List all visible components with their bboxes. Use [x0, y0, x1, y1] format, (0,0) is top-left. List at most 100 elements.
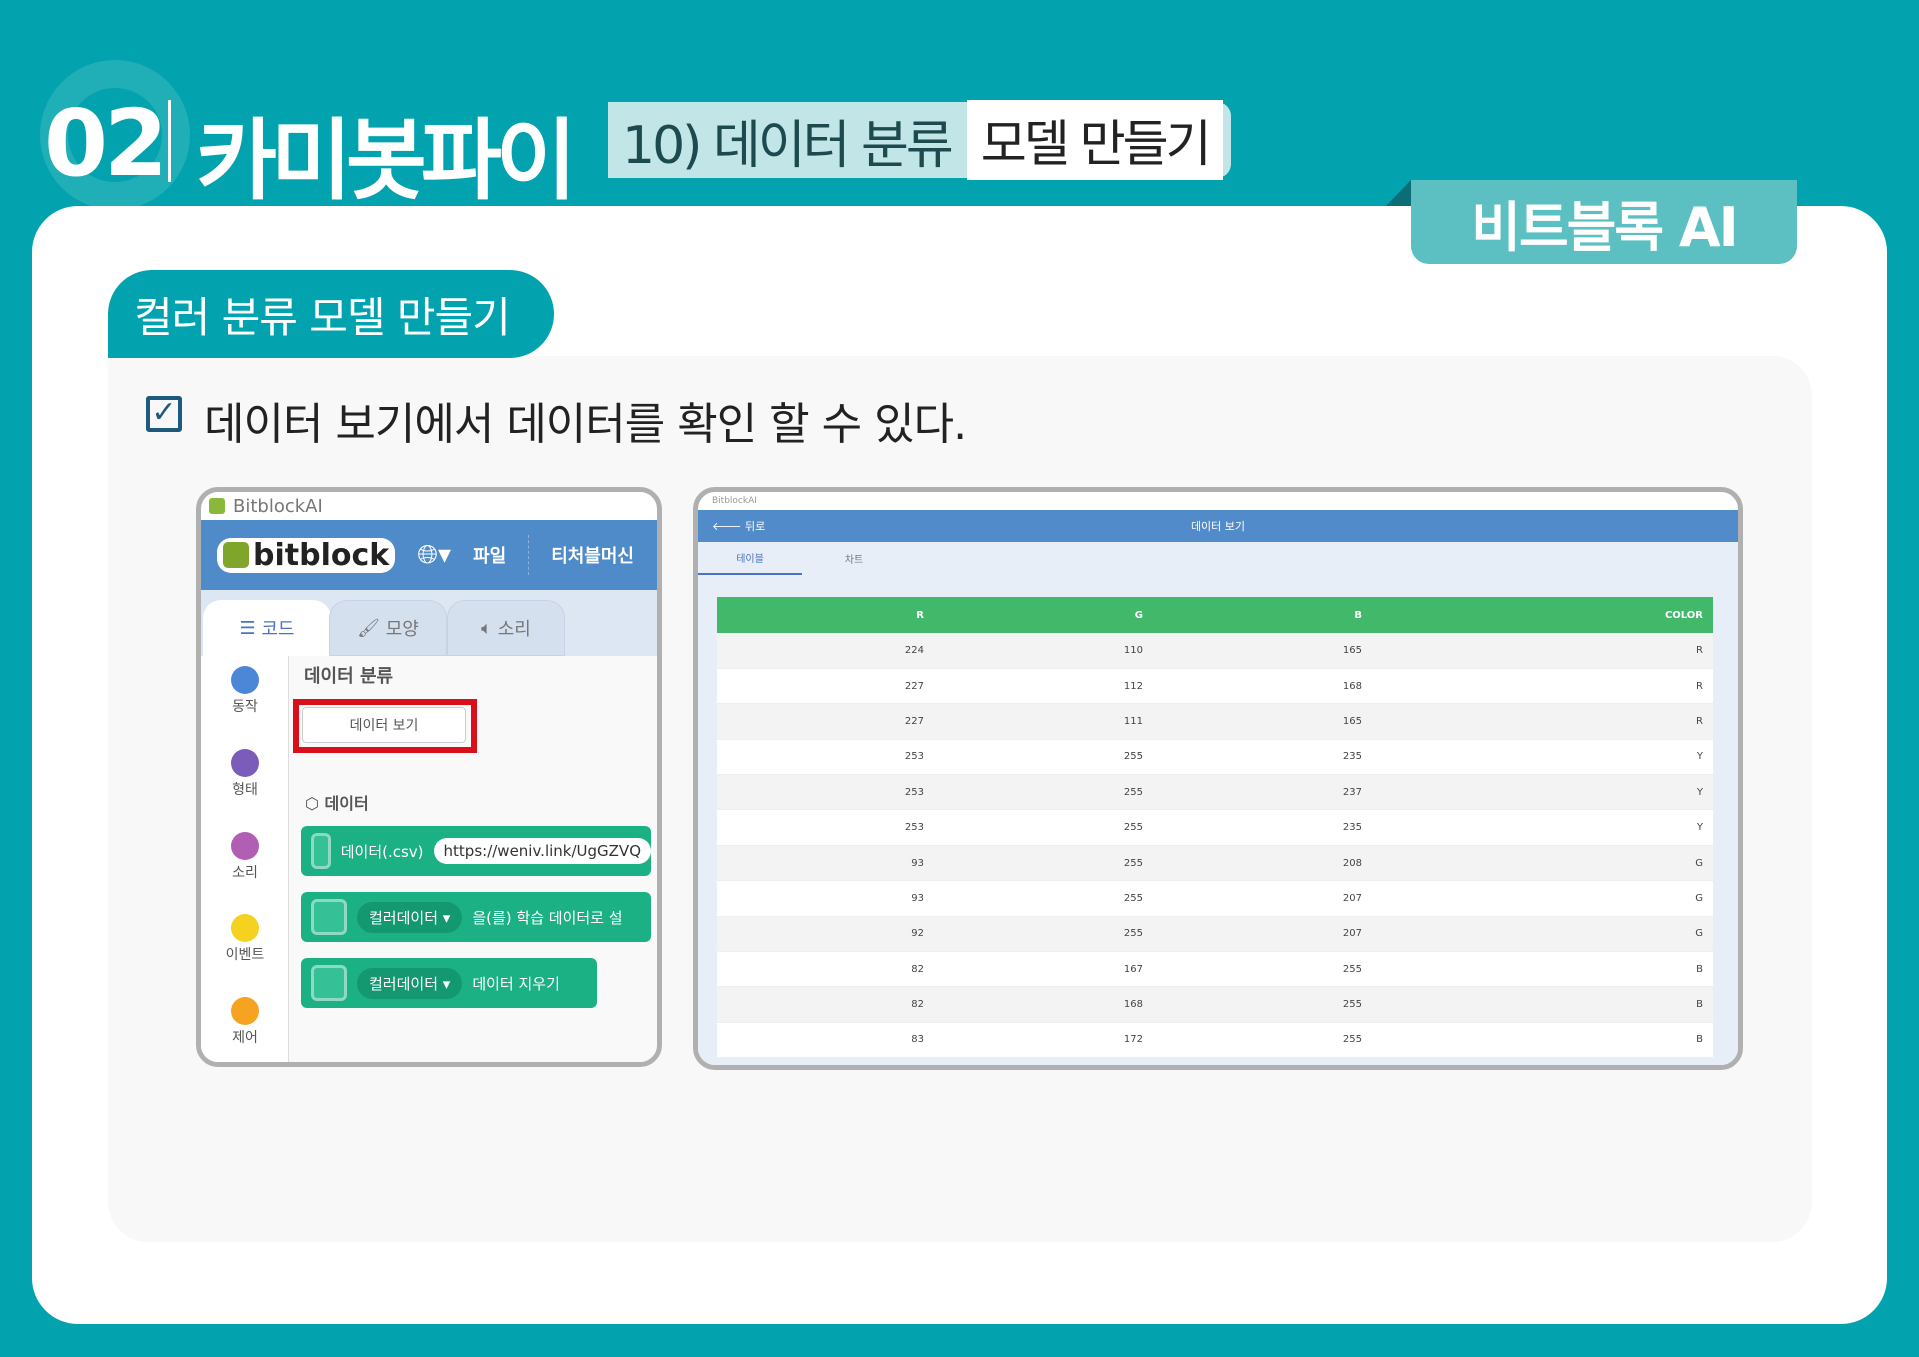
category-label: 이벤트: [225, 947, 265, 963]
table-cell: R: [1362, 668, 1713, 705]
data-view-body: 테이블 차트 R G B COLOR 224 110 165 R 227 112 168 R 2…: [698, 542, 1738, 1065]
table-cell: 168: [1143, 668, 1362, 705]
badge-fold: [1386, 180, 1411, 206]
tab-chart[interactable]: 차트: [802, 542, 906, 575]
tab-label: 코드: [261, 619, 295, 640]
table-cell: 208: [1143, 845, 1362, 882]
table-cell: 111: [924, 703, 1143, 740]
window-titlebar: BitblockAI: [201, 492, 657, 520]
column-header: R: [717, 597, 924, 633]
code-icon: ☰: [239, 617, 262, 639]
table-cell: 237: [1143, 774, 1362, 811]
table-cell: Y: [1362, 739, 1713, 776]
tab-label: 모양: [385, 619, 419, 640]
table-row: 227 111 165 R: [717, 703, 1713, 740]
table-cell: 83: [717, 1022, 924, 1059]
table-cell: 224: [717, 633, 924, 669]
topic-pill: 컬러 분류 모델 만들기: [108, 270, 554, 358]
table-row: 224 110 165 R: [717, 633, 1713, 669]
table-cell: G: [1362, 880, 1713, 917]
table-cell: 93: [717, 845, 924, 882]
tab-code[interactable]: ☰ 코드: [203, 600, 331, 656]
table-cell: R: [1362, 703, 1713, 740]
brush-icon: 🖌︎: [357, 617, 386, 639]
table-cell: 165: [1143, 703, 1362, 740]
bitblock-screenshot: BitblockAI bitblock 🌐︎▾ 파일 티처블머신 ☰ 코드 🖌︎…: [196, 487, 662, 1067]
table-cell: 253: [717, 739, 924, 776]
table-cell: 255: [1143, 951, 1362, 988]
tab-sound[interactable]: 🔈︎ 소리: [447, 600, 565, 656]
table-cell: 255: [924, 774, 1143, 811]
category-label: 동작: [232, 699, 258, 715]
menu-bar: bitblock 🌐︎▾ 파일 티처블머신: [201, 520, 657, 590]
table-row: 93 255 207 G: [717, 880, 1713, 917]
section-label: 데이터: [324, 794, 369, 813]
table-cell: 82: [717, 951, 924, 988]
menu-file[interactable]: 파일: [473, 542, 506, 568]
table-row: 227 112 168 R: [717, 668, 1713, 705]
tab-table[interactable]: 테이블: [698, 542, 802, 575]
view-data-button[interactable]: 데이터 보기: [302, 707, 466, 743]
table-cell: 227: [717, 703, 924, 740]
category-label: 형태: [232, 782, 258, 798]
table-cell: R: [1362, 633, 1713, 669]
speaker-icon: 🔈︎: [481, 617, 498, 639]
bitblock-logo: bitblock: [217, 537, 396, 573]
table-cell: B: [1362, 986, 1713, 1023]
table-row: 253 255 237 Y: [717, 774, 1713, 811]
goal-text: 데이터 보기에서 데이터를 확인 할 수 있다.: [204, 399, 967, 450]
data-table: R G B COLOR 224 110 165 R 227 112 168 R 227 111 16…: [717, 597, 1713, 1059]
table-cell: 253: [717, 809, 924, 846]
table-cell: 168: [924, 986, 1143, 1023]
table-cell: 172: [924, 1022, 1143, 1059]
table-row: 82 167 255 B: [717, 951, 1713, 988]
divider: [168, 100, 171, 182]
table-cell: 255: [1143, 1022, 1362, 1059]
checkbox-icon: ✓: [146, 396, 182, 432]
menu-teachable-machine[interactable]: 티처블머신: [551, 542, 634, 568]
back-button[interactable]: 🡐 뒤로: [712, 518, 765, 534]
block-label: 데이터 지우기: [472, 974, 560, 993]
table-cell: G: [1362, 845, 1713, 882]
data-section-heading: ⬡ 데이터: [305, 790, 369, 814]
category-events[interactable]: 이벤트: [217, 914, 273, 964]
table-row: 253 255 235 Y: [717, 809, 1713, 846]
table-cell: 255: [924, 845, 1143, 882]
table-cell: 235: [1143, 739, 1362, 776]
tab-label: 소리: [497, 619, 531, 640]
chapter-number: 02: [44, 90, 168, 197]
chapter-title: 카미봇파이: [196, 109, 577, 212]
globe-icon[interactable]: 🌐︎▾: [417, 540, 451, 571]
block-load-csv[interactable]: 데이터(.csv) https://weniv.link/UgGZVQ: [301, 826, 651, 876]
category-control[interactable]: 제어: [217, 997, 273, 1047]
block-clear-data[interactable]: 컬러데이터 ▾ 데이터 지우기: [301, 958, 597, 1008]
category-label: 소리: [232, 865, 258, 881]
table-cell: 167: [924, 951, 1143, 988]
block-label: 을(를) 학습 데이터로 설: [472, 908, 623, 927]
table-cell: 255: [924, 880, 1143, 917]
table-cell: 82: [717, 986, 924, 1023]
section-label: 10) 데이터 분류: [622, 115, 954, 176]
table-cell: 253: [717, 774, 924, 811]
category-looks[interactable]: 형태: [217, 749, 273, 799]
arrow-left-icon: 🡐: [712, 520, 745, 533]
data-view-screenshot: BitblockAI 🡐 뒤로 데이터 보기 테이블 차트 R G B COLO…: [693, 487, 1743, 1070]
category-motion[interactable]: 동작: [217, 666, 273, 716]
dropdown-value: 컬러데이터: [369, 974, 439, 993]
category-sound[interactable]: 소리: [217, 832, 273, 882]
block-set-training-data[interactable]: 컬러데이터 ▾ 을(를) 학습 데이터로 설: [301, 892, 651, 942]
table-cell: 207: [1143, 916, 1362, 953]
table-cell: 207: [1143, 880, 1362, 917]
table-row: 82 168 255 B: [717, 986, 1713, 1023]
app-header: 🡐 뒤로 데이터 보기: [698, 510, 1738, 542]
dataset-dropdown[interactable]: 컬러데이터 ▾: [357, 967, 463, 999]
table-cell: B: [1362, 1022, 1713, 1059]
tab-costume[interactable]: 🖌︎ 모양: [329, 600, 447, 656]
dataset-dropdown[interactable]: 컬러데이터 ▾: [357, 901, 463, 933]
editor-tabs: ☰ 코드 🖌︎ 모양 🔈︎ 소리: [201, 590, 657, 656]
table-cell: 227: [717, 668, 924, 705]
url-input[interactable]: https://weniv.link/UgGZVQ: [433, 838, 651, 864]
table-row: 83 172 255 B: [717, 1022, 1713, 1059]
table-cell: 235: [1143, 809, 1362, 846]
palette-heading: 데이터 분류: [304, 666, 394, 687]
